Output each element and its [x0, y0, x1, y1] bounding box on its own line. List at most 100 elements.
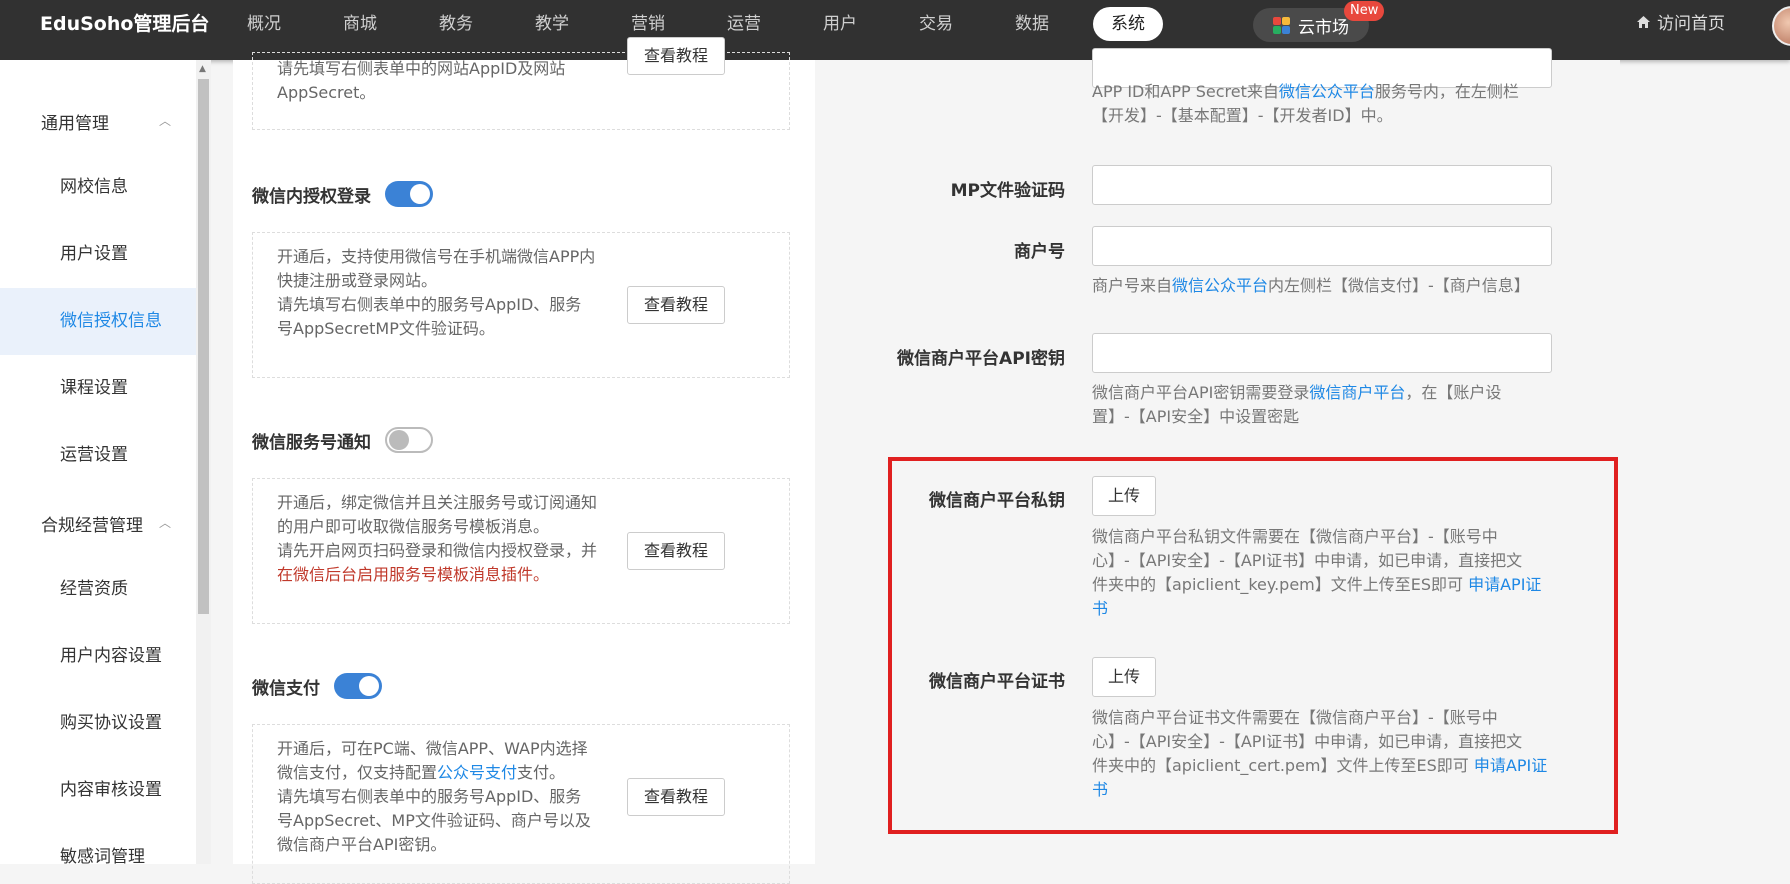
nav-label: 教务	[439, 14, 473, 34]
nav-label: 运营	[727, 14, 761, 34]
visit-home-link[interactable]: 访问首页	[1636, 0, 1725, 48]
cloud-market-label: 云市场	[1298, 17, 1349, 38]
section-title: 微信内授权登录	[252, 186, 371, 207]
desc-line: 请先开启网页扫码登录和微信内授权登录，并	[277, 541, 598, 560]
toggle-knob	[389, 430, 409, 450]
desc-line: 微信支付，仅支持配置公众号支付支付。	[277, 761, 617, 785]
menu-group-general[interactable]: 通用管理 ︿	[41, 109, 171, 134]
mp-verify-code-input[interactable]	[1092, 165, 1552, 205]
nav-label: 教学	[535, 14, 569, 34]
help-text-part: 微信商户平台API密钥需要登录	[1092, 383, 1310, 402]
desc-line: 开通后，可在PC端、微信APP、WAP内选择	[277, 739, 588, 758]
view-tutorial-button[interactable]: 查看教程	[627, 532, 725, 570]
menu-group-compliance[interactable]: 合规经营管理 ︿	[41, 511, 171, 536]
apply-api-cert-link[interactable]: 申请API证	[1474, 756, 1547, 775]
desc-line: 请先填写右侧表单中的网站AppID及网站	[277, 59, 566, 78]
brand-logo[interactable]: EduSoho管理后台	[40, 0, 209, 48]
section-title: 微信服务号通知	[252, 432, 371, 453]
help-text-part: 置】-【API安全】中设置密匙	[1092, 407, 1300, 426]
feature-panel: 请先填写右侧表单中的网站AppID及网站 AppSecret。 查看教程 微信内…	[233, 37, 815, 884]
wechat-service-notify-toggle[interactable]	[385, 427, 433, 453]
appid-help-text: APP ID和APP Secret来自微信公众平台服务号内，在左侧栏 【开发】-…	[1092, 80, 1554, 128]
merchant-id-input[interactable]	[1092, 226, 1552, 266]
view-tutorial-button[interactable]: 查看教程	[627, 778, 725, 816]
merchant-id-help-text: 商户号来自微信公众平台内左侧栏【微信支付】-【商户信息】	[1092, 274, 1554, 298]
desc-line: 的用户即可收取微信服务号模板消息。	[277, 517, 550, 536]
help-text-part: ，在【账户设	[1405, 383, 1502, 402]
wechat-mp-link[interactable]: 微信公众平台	[1279, 82, 1375, 101]
wechat-mp-link[interactable]: 微信公众平台	[1172, 276, 1268, 295]
view-tutorial-button[interactable]: 查看教程	[627, 37, 725, 75]
nav-label: 数据	[1015, 14, 1049, 34]
help-text-part: 内左侧栏【微信支付】-【商户信息】	[1268, 276, 1530, 295]
help-text-part: 心】-【API安全】-【API证书】中申请，如已申请，直接把文	[1092, 551, 1523, 570]
desc-line: 开通后，支持使用微信号在手机端微信APP内	[277, 247, 596, 266]
upload-private-key-button[interactable]: 上传	[1092, 476, 1156, 516]
help-text-part: 件夹中的【apiclient_cert.pem】文件上传至ES即可	[1092, 756, 1474, 775]
cert-help-text: 微信商户平台证书文件需要在【微信商户平台】-【账号中 心】-【API安全】-【A…	[1092, 706, 1554, 802]
sidebar-scrollbar[interactable]: ▲	[196, 60, 211, 864]
nav-label: 商城	[343, 14, 377, 34]
mp-verify-code-label: MP文件验证码	[950, 181, 1065, 201]
desc-line: AppSecret。	[277, 83, 376, 102]
sidebar-item-ops-settings[interactable]: 运营设置	[0, 422, 196, 489]
wechat-auth-login-desc-box: 开通后，支持使用微信号在手机端微信APP内 快捷注册或登录网站。 请先填写右侧表…	[252, 232, 790, 378]
website-login-desc-box: 请先填写右侧表单中的网站AppID及网站 AppSecret。 查看教程	[252, 37, 790, 130]
api-key-input[interactable]	[1092, 333, 1552, 373]
official-account-pay-link[interactable]: 公众号支付	[437, 763, 517, 782]
toggle-knob	[359, 676, 379, 696]
nav-system[interactable]: 系统	[1080, 0, 1176, 48]
nav-overview[interactable]: 概况	[216, 0, 312, 48]
wechat-auth-login-toggle[interactable]	[385, 181, 433, 207]
new-badge: New	[1344, 1, 1385, 21]
avatar[interactable]	[1772, 6, 1790, 46]
sidebar-item-content-review[interactable]: 内容审核设置	[0, 757, 196, 824]
home-link-label: 访问首页	[1657, 14, 1725, 34]
cert-label: 微信商户平台证书	[929, 672, 1065, 692]
merchant-platform-link[interactable]: 微信商户平台	[1309, 383, 1405, 402]
nav-transactions[interactable]: 交易	[888, 0, 984, 48]
view-tutorial-button[interactable]: 查看教程	[627, 286, 725, 324]
chevron-up-icon: ︿	[159, 516, 172, 530]
menu-group-label: 合规经营管理	[41, 516, 143, 536]
desc-line: 开通后，绑定微信并且关注服务号或订阅通知	[277, 493, 598, 512]
apply-api-cert-link[interactable]: 书	[1092, 599, 1108, 618]
scrollbar-thumb[interactable]	[198, 79, 209, 614]
wechat-auth-login-section: 微信内授权登录	[252, 181, 433, 207]
desc-line: 请先填写右侧表单中的服务号AppID、服务	[277, 295, 582, 314]
sidebar-item-wechat-auth[interactable]: 微信授权信息	[0, 288, 196, 355]
desc-line: 号AppSecretMP文件验证码。	[277, 319, 495, 338]
wechat-auth-login-desc: 开通后，支持使用微信号在手机端微信APP内 快捷注册或登录网站。 请先填写右侧表…	[277, 245, 617, 341]
help-text-part: 微信商户平台私钥文件需要在【微信商户平台】-【账号中	[1092, 527, 1498, 546]
upload-cert-button[interactable]: 上传	[1092, 657, 1156, 697]
desc-line: 快捷注册或登录网站。	[277, 271, 438, 290]
sidebar-item-school-info[interactable]: 网校信息	[0, 154, 196, 221]
nav-teaching[interactable]: 教学	[504, 0, 600, 48]
sidebar-item-course-settings[interactable]: 课程设置	[0, 355, 196, 422]
wechat-service-notify-desc: 开通后，绑定微信并且关注服务号或订阅通知 的用户即可收取微信服务号模板消息。 请…	[277, 491, 617, 587]
website-login-desc: 请先填写右侧表单中的网站AppID及网站 AppSecret。	[277, 57, 617, 105]
nav-label: 概况	[247, 14, 281, 34]
scroll-up-arrow-icon[interactable]: ▲	[199, 64, 206, 74]
sidebar-item-sensitive-words[interactable]: 敏感词管理	[0, 824, 196, 864]
nav-users[interactable]: 用户	[792, 0, 888, 48]
help-text-part: 服务号内，在左侧栏	[1374, 82, 1519, 101]
nav-label: 交易	[919, 14, 953, 34]
sidebar: 通用管理 ︿ 网校信息 用户设置 微信授权信息 课程设置 运营设置 合规经营管理…	[0, 60, 196, 864]
api-key-label: 微信商户平台API密钥	[897, 349, 1065, 369]
sidebar-item-qualification[interactable]: 经营资质	[0, 556, 196, 623]
apply-api-cert-link[interactable]: 申请API证	[1468, 575, 1541, 594]
menu-group-label: 通用管理	[41, 114, 109, 134]
help-text-part: 商户号来自	[1092, 276, 1173, 295]
nav-data[interactable]: 数据	[984, 0, 1080, 48]
sidebar-item-user-settings[interactable]: 用户设置	[0, 221, 196, 288]
wechat-pay-toggle[interactable]	[334, 673, 382, 699]
settings-form: APP ID和APP Secret来自微信公众平台服务号内，在左侧栏 【开发】-…	[815, 48, 1620, 864]
nav-academic[interactable]: 教务	[408, 0, 504, 48]
sidebar-item-user-content[interactable]: 用户内容设置	[0, 623, 196, 690]
nav-mall[interactable]: 商城	[312, 0, 408, 48]
wechat-pay-desc: 开通后，可在PC端、微信APP、WAP内选择 微信支付，仅支持配置公众号支付支付…	[277, 737, 617, 857]
sidebar-item-purchase-agreement[interactable]: 购买协议设置	[0, 690, 196, 757]
apply-api-cert-link[interactable]: 书	[1092, 780, 1108, 799]
help-text-part: 件夹中的【apiclient_key.pem】文件上传至ES即可	[1092, 575, 1469, 594]
